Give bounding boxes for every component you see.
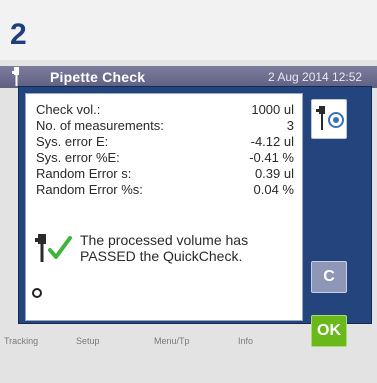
bottom-nav: Tracking Setup Menu/Tp Info: [0, 336, 377, 356]
result-label: Sys. error %E:: [36, 150, 120, 165]
pipette-sensor-button[interactable]: [311, 99, 347, 139]
pipette-check-icon: [32, 232, 80, 266]
result-row: Sys. error E: -4.12 ul: [36, 134, 294, 150]
device-screen: Pipette Check 2 Aug 2014 12:52 Check vol…: [0, 60, 377, 383]
result-label: Random Error %s:: [36, 182, 143, 197]
titlebar-date: 2 Aug 2014 12:52: [268, 70, 363, 84]
result-value: 0.39 ul: [254, 166, 294, 181]
result-value: 0.04 %: [253, 182, 294, 197]
result-row: Sys. error %E: -0.41 %: [36, 150, 294, 166]
result-label: No. of measurements:: [36, 118, 164, 133]
result-message-line2: PASSED the QuickCheck.: [80, 248, 243, 264]
titlebar-title: Pipette Check: [50, 69, 146, 85]
step-number: 2: [10, 18, 27, 51]
result-value: -4.12 ul: [250, 134, 294, 149]
nav-item-tracking[interactable]: Tracking: [4, 336, 38, 346]
result-message-line1: The processed volume has: [80, 232, 249, 248]
pipette-sensor-icon: [312, 106, 346, 142]
result-row: No. of measurements: 3: [36, 118, 294, 134]
titlebar: Pipette Check 2 Aug 2014 12:52: [0, 66, 377, 88]
result-value: 3: [286, 118, 294, 133]
nav-item-setup[interactable]: Setup: [76, 336, 100, 346]
result-label: Check vol.:: [36, 102, 101, 117]
nav-item-menu[interactable]: Menu/Tp: [154, 336, 190, 346]
results-panel: Check vol.: 1000 ul No. of measurements:…: [25, 93, 303, 321]
result-value: -0.41 %: [249, 150, 294, 165]
status-dot-icon: [32, 288, 42, 298]
result-message: The processed volume has PASSED the Quic…: [80, 232, 290, 264]
nav-item-info[interactable]: Info: [238, 336, 253, 346]
c-button[interactable]: C: [311, 261, 347, 293]
result-value: 1000 ul: [251, 102, 294, 117]
result-row: Check vol.: 1000 ul: [36, 102, 294, 118]
result-row: Random Error %s: 0.04 %: [36, 182, 294, 198]
pipette-icon: [8, 66, 26, 88]
result-row: Random Error s: 0.39 ul: [36, 166, 294, 182]
result-label: Random Error s:: [36, 166, 132, 181]
result-label: Sys. error E:: [36, 134, 109, 149]
result-dialog: Check vol.: 1000 ul No. of measurements:…: [18, 86, 372, 347]
